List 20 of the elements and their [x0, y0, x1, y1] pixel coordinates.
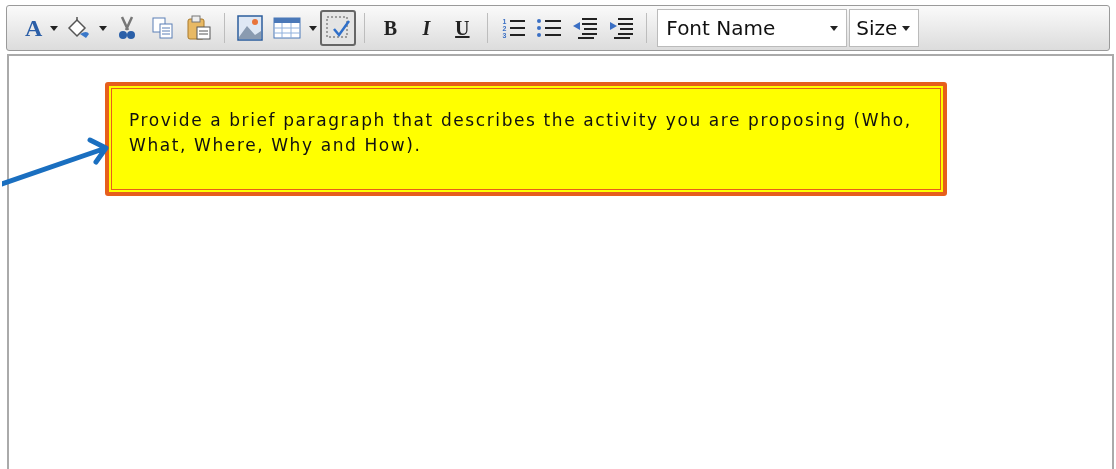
bold-button[interactable]: B: [373, 10, 408, 46]
callout-text: Provide a brief paragraph that describes the activity you are proposing (Who, What, Where, Why and How).: [129, 109, 913, 157]
copy-icon: [151, 16, 176, 40]
image-icon: [237, 15, 264, 41]
clipboard-icon: [186, 15, 213, 41]
font-color-button[interactable]: A: [21, 10, 60, 46]
caret-icon: [99, 25, 108, 31]
select-button[interactable]: [320, 10, 357, 46]
lines-icon: [508, 17, 525, 39]
font-name-dropdown[interactable]: Font Name: [657, 9, 848, 47]
indent-icon: [608, 16, 635, 40]
table-icon: [273, 17, 302, 39]
caret-icon: [50, 25, 59, 31]
italic-button[interactable]: I: [409, 10, 444, 46]
bullet-list-icon: [536, 17, 563, 39]
underline-button[interactable]: U: [445, 10, 480, 46]
checkmark-icon: [325, 15, 352, 41]
outdent-icon: [572, 16, 599, 40]
font-size-dropdown[interactable]: Size: [849, 9, 920, 47]
paint-bucket-icon: [65, 16, 92, 40]
